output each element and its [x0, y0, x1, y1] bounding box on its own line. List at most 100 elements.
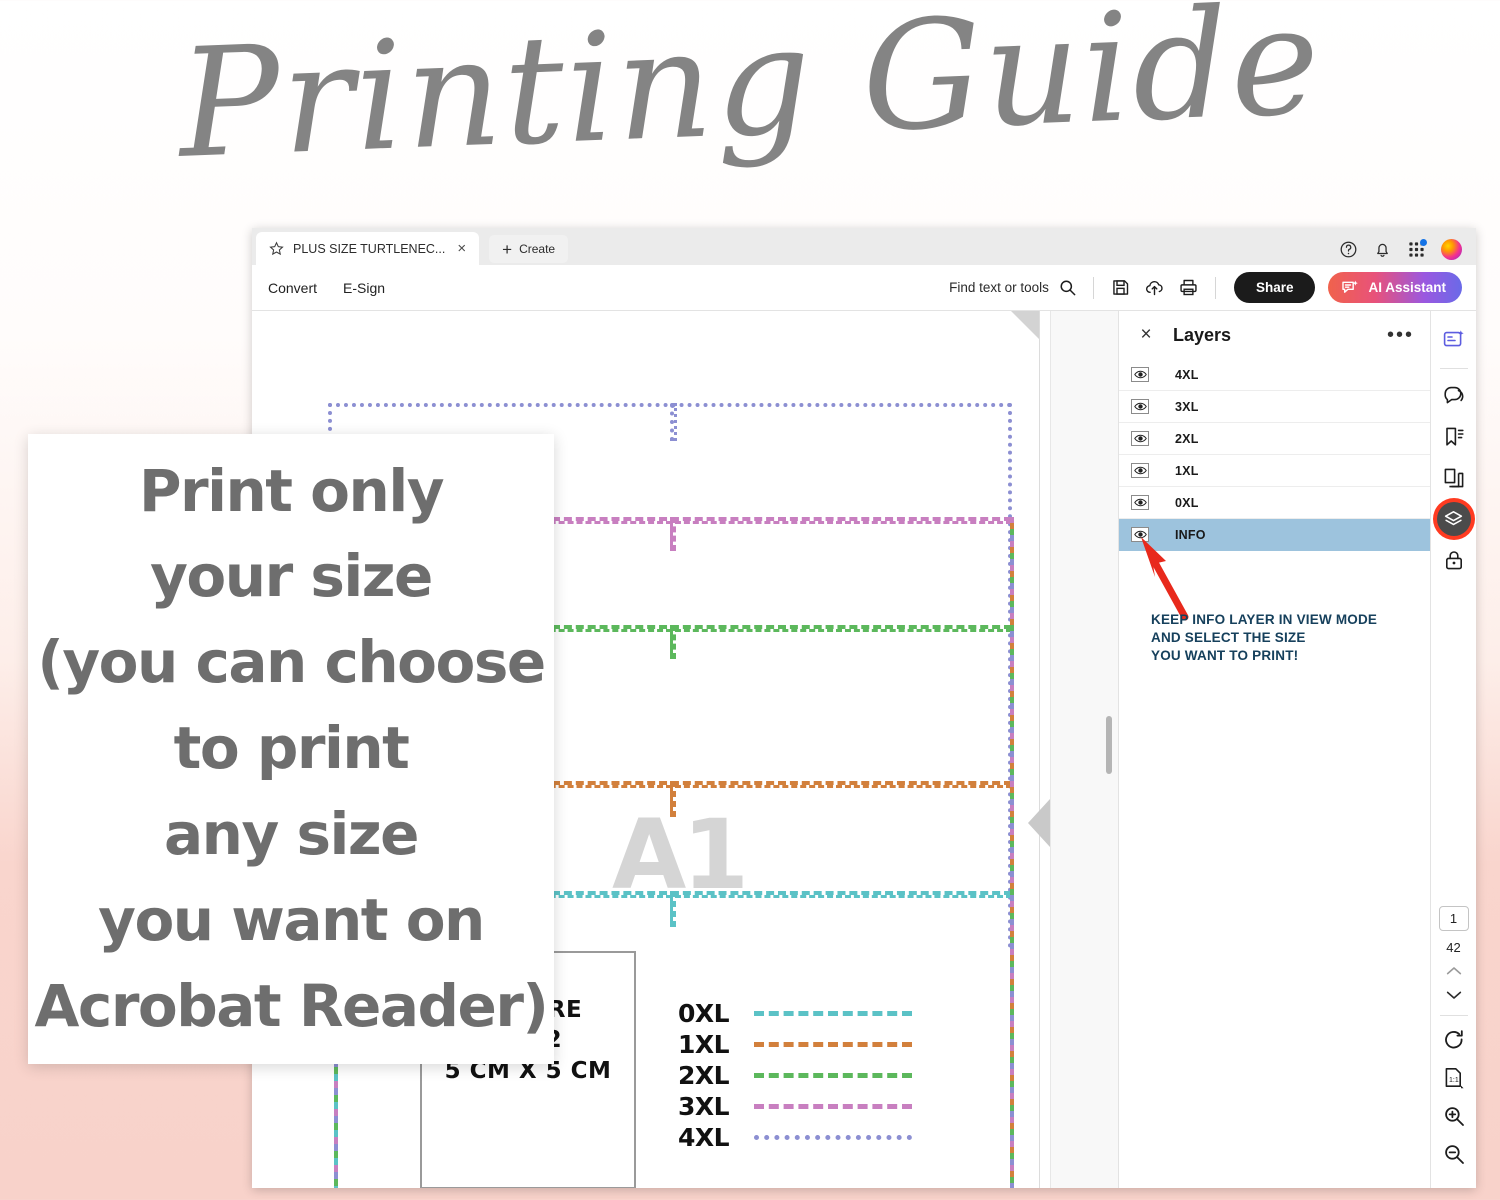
legend-label-2xl: 2XL: [678, 1060, 730, 1090]
layers-icon-active-ring[interactable]: [1436, 502, 1471, 536]
panel-options-icon[interactable]: •••: [1387, 325, 1414, 345]
page-watermark: A1: [612, 799, 749, 911]
layer-label-4xl: 4XL: [1175, 367, 1199, 382]
create-label: Create: [519, 242, 556, 256]
zoom-out-icon[interactable]: [1442, 1142, 1466, 1166]
cloud-upload-icon[interactable]: [1144, 277, 1165, 298]
rail-divider: [1439, 368, 1468, 369]
layers-icon[interactable]: [1436, 502, 1471, 536]
ai-edit-icon[interactable]: [1437, 323, 1471, 357]
tab-strip: PLUS SIZE TURTLENEC... × + Create: [252, 228, 1476, 265]
annotation-line-3: YOU WANT TO PRINT!: [1151, 647, 1299, 663]
layer-row-4xl[interactable]: 4XL: [1119, 359, 1430, 391]
layer-row-2xl[interactable]: 2XL: [1119, 423, 1430, 455]
ai-assistant-button[interactable]: AI Assistant: [1328, 272, 1462, 303]
ai-assistant-label: AI Assistant: [1368, 280, 1446, 295]
page-title: Printing Guide: [175, 0, 1325, 192]
legend-label-4xl: 4XL: [678, 1122, 730, 1152]
current-page-input[interactable]: 1: [1438, 906, 1469, 931]
menu-convert[interactable]: Convert: [268, 280, 317, 296]
rail-divider-bottom: [1439, 1015, 1468, 1016]
next-page-icon[interactable]: [1445, 989, 1463, 1001]
app-grid-icon[interactable]: [1407, 239, 1427, 259]
zoom-in-icon[interactable]: [1442, 1104, 1466, 1128]
user-avatar[interactable]: [1441, 239, 1462, 260]
print-instruction-line: (you can choose: [37, 628, 546, 697]
print-instruction-overlay: Print only your size (you can choose to pri…: [28, 434, 554, 1064]
page-navigation-controls: 1 42 1:1: [1431, 906, 1476, 1180]
close-tab-icon[interactable]: ×: [454, 241, 469, 256]
print-instruction-line: to print: [173, 714, 410, 783]
legend-label-3xl: 3XL: [678, 1091, 730, 1121]
eye-visibility-icon[interactable]: [1131, 463, 1149, 478]
ai-sparkle-icon: [1342, 280, 1359, 293]
scrollbar-thumb[interactable]: [1106, 716, 1112, 774]
eye-visibility-icon[interactable]: [1131, 495, 1149, 510]
total-pages-label: 42: [1446, 940, 1461, 955]
protect-lock-icon[interactable]: [1437, 543, 1471, 577]
eye-visibility-icon[interactable]: [1131, 431, 1149, 446]
eye-visibility-icon[interactable]: [1131, 367, 1149, 382]
legend-label-1xl: 1XL: [678, 1029, 730, 1059]
pattern-tick-2xl: [670, 625, 676, 659]
layer-row-0xl[interactable]: 0XL: [1119, 487, 1430, 519]
legend-row: 1XL: [678, 1029, 912, 1059]
find-text-or-tools[interactable]: Find text or tools: [949, 278, 1077, 297]
info-layer-annotation: KEEP INFO LAYER IN VIEW MODE AND SELECT …: [1151, 611, 1377, 664]
help-icon[interactable]: [1339, 240, 1358, 259]
document-tab-label: PLUS SIZE TURTLENEC...: [293, 241, 446, 256]
legend-swatch-1xl: [754, 1041, 912, 1047]
right-tool-rail: 1 42 1:1: [1430, 311, 1476, 1188]
rotate-icon[interactable]: [1442, 1028, 1466, 1052]
layer-label-0xl: 0XL: [1175, 495, 1199, 510]
layer-label-3xl: 3XL: [1175, 399, 1199, 414]
fit-page-1to1-icon[interactable]: 1:1: [1442, 1066, 1466, 1090]
legend-row: 3XL: [678, 1091, 912, 1121]
legend-row: 4XL: [678, 1122, 912, 1152]
legend-row: 2XL: [678, 1060, 912, 1090]
search-icon[interactable]: [1058, 278, 1077, 297]
size-legend: 0XL 1XL 2XL 3XL 4XL: [678, 998, 912, 1152]
star-icon[interactable]: [269, 241, 284, 256]
layer-row-1xl[interactable]: 1XL: [1119, 455, 1430, 487]
print-instruction-line: you want on: [98, 885, 485, 954]
main-toolbar: Convert E-Sign Find text or tools Share …: [252, 265, 1476, 311]
bookmark-icon[interactable]: [1437, 420, 1471, 454]
document-tab[interactable]: PLUS SIZE TURTLENEC... ×: [256, 232, 480, 265]
collapse-panel-arrow[interactable]: [1028, 799, 1050, 847]
layers-panel-header: × Layers •••: [1119, 311, 1430, 359]
save-icon[interactable]: [1110, 277, 1131, 298]
svg-text:1:1: 1:1: [1449, 1077, 1459, 1084]
close-panel-icon[interactable]: ×: [1135, 324, 1157, 346]
legend-label-0xl: 0XL: [678, 998, 730, 1028]
print-icon[interactable]: [1178, 277, 1199, 298]
notifications-bell-icon[interactable]: [1373, 240, 1392, 259]
print-instruction-text: Print only your size (you can choose to pri…: [29, 449, 554, 1050]
menu-esign[interactable]: E-Sign: [343, 280, 385, 296]
toolbar-divider: [1092, 276, 1094, 299]
layers-panel-title: Layers: [1173, 324, 1232, 345]
comment-icon[interactable]: [1437, 379, 1471, 413]
annotation-line-1: KEEP INFO LAYER IN VIEW MODE: [1151, 612, 1378, 627]
plus-icon: +: [502, 239, 513, 259]
toolbar-divider-2: [1214, 276, 1216, 299]
annotation-line-2: AND SELECT THE SIZE: [1151, 629, 1306, 645]
pattern-right-edge: [1010, 517, 1014, 1188]
layer-row-3xl[interactable]: 3XL: [1119, 391, 1430, 423]
legend-swatch-0xl: [754, 1010, 912, 1016]
share-button[interactable]: Share: [1233, 272, 1316, 303]
legend-swatch-2xl: [754, 1072, 912, 1078]
create-button[interactable]: + Create: [489, 235, 569, 263]
pattern-tick-3xl: [670, 517, 676, 551]
find-label: Find text or tools: [949, 280, 1049, 295]
legend-row: 0XL: [678, 998, 912, 1028]
viewer-gutter: [1050, 311, 1118, 1188]
organize-pages-icon[interactable]: [1437, 461, 1471, 495]
toolbar-menu: Convert E-Sign: [266, 280, 385, 296]
layer-label-2xl: 2XL: [1175, 431, 1199, 446]
previous-page-icon[interactable]: [1445, 965, 1463, 977]
vertical-scrollbar[interactable]: [1104, 311, 1114, 1188]
layer-label-1xl: 1XL: [1175, 463, 1199, 478]
toolbar-right-group: Find text or tools Share AI Assistant: [949, 272, 1462, 303]
eye-visibility-icon[interactable]: [1131, 399, 1149, 414]
